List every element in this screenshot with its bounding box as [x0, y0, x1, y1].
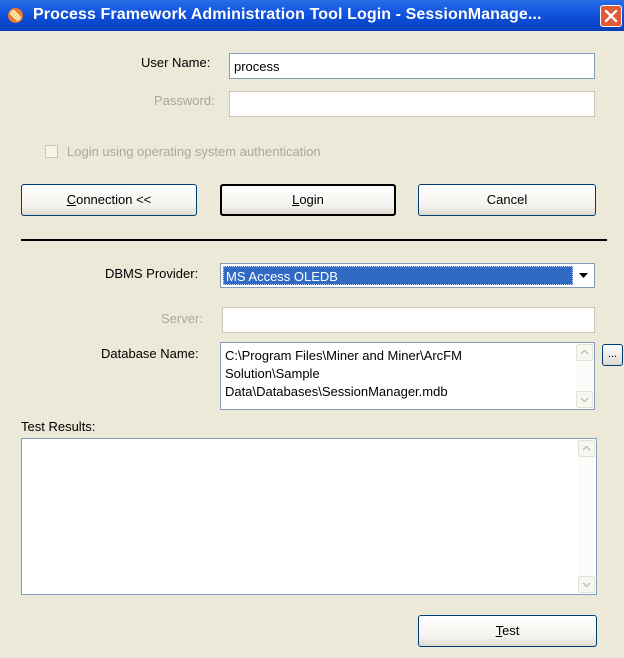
test-button[interactable]: Test: [418, 615, 597, 647]
separator: [21, 239, 607, 241]
os-auth-checkbox[interactable]: [45, 145, 58, 158]
login-button[interactable]: Login: [220, 184, 396, 216]
scroll-down-icon: [580, 397, 589, 403]
app-icon: [8, 8, 23, 23]
database-scrollbar[interactable]: [576, 344, 593, 408]
dropdown-arrow-icon: [579, 273, 588, 278]
results-scroll-up-button[interactable]: [578, 440, 595, 457]
scroll-up-icon: [582, 445, 591, 451]
scroll-down-icon: [582, 582, 591, 588]
dbms-provider-label: DBMS Provider:: [105, 266, 199, 281]
scroll-up-icon: [580, 349, 589, 355]
database-name-label: Database Name:: [101, 346, 199, 361]
cancel-button[interactable]: Cancel: [418, 184, 596, 216]
connection-button[interactable]: Connection <<: [21, 184, 197, 216]
cancel-button-label: Cancel: [486, 192, 528, 207]
username-label: User Name:: [141, 55, 211, 70]
title-bar[interactable]: Process Framework Administration Tool Lo…: [0, 0, 624, 31]
os-auth-label: Login using operating system authenticat…: [67, 144, 321, 159]
dbms-provider-value: MS Access OLEDB: [223, 266, 573, 285]
password-label: Password:: [154, 93, 215, 108]
close-button[interactable]: [600, 5, 622, 27]
test-results-textarea[interactable]: [21, 438, 597, 595]
password-input[interactable]: [229, 91, 595, 117]
close-icon: [604, 9, 618, 23]
browse-button[interactable]: ...: [602, 344, 623, 366]
database-name-textarea[interactable]: C:\Program Files\Miner and Miner\ArcFM S…: [220, 342, 595, 410]
test-results-label: Test Results:: [21, 419, 96, 434]
database-scroll-up-button[interactable]: [576, 344, 593, 361]
server-input[interactable]: [222, 307, 595, 333]
connection-button-label: onnection <<: [76, 192, 152, 207]
database-scroll-down-button[interactable]: [576, 391, 593, 408]
username-input[interactable]: [229, 53, 595, 79]
test-button-label: est: [502, 623, 520, 638]
window-title: Process Framework Administration Tool Lo…: [33, 6, 542, 23]
login-button-label: ogin: [299, 192, 324, 207]
test-results-scrollbar[interactable]: [578, 440, 595, 593]
database-name-value: C:\Program Files\Miner and Miner\ArcFM S…: [225, 348, 462, 399]
server-label: Server:: [161, 311, 203, 326]
results-scroll-down-button[interactable]: [578, 576, 595, 593]
dropdown-button[interactable]: [573, 265, 593, 286]
dbms-provider-select[interactable]: MS Access OLEDB: [220, 263, 595, 288]
connection-mnemonic: C: [66, 192, 77, 207]
